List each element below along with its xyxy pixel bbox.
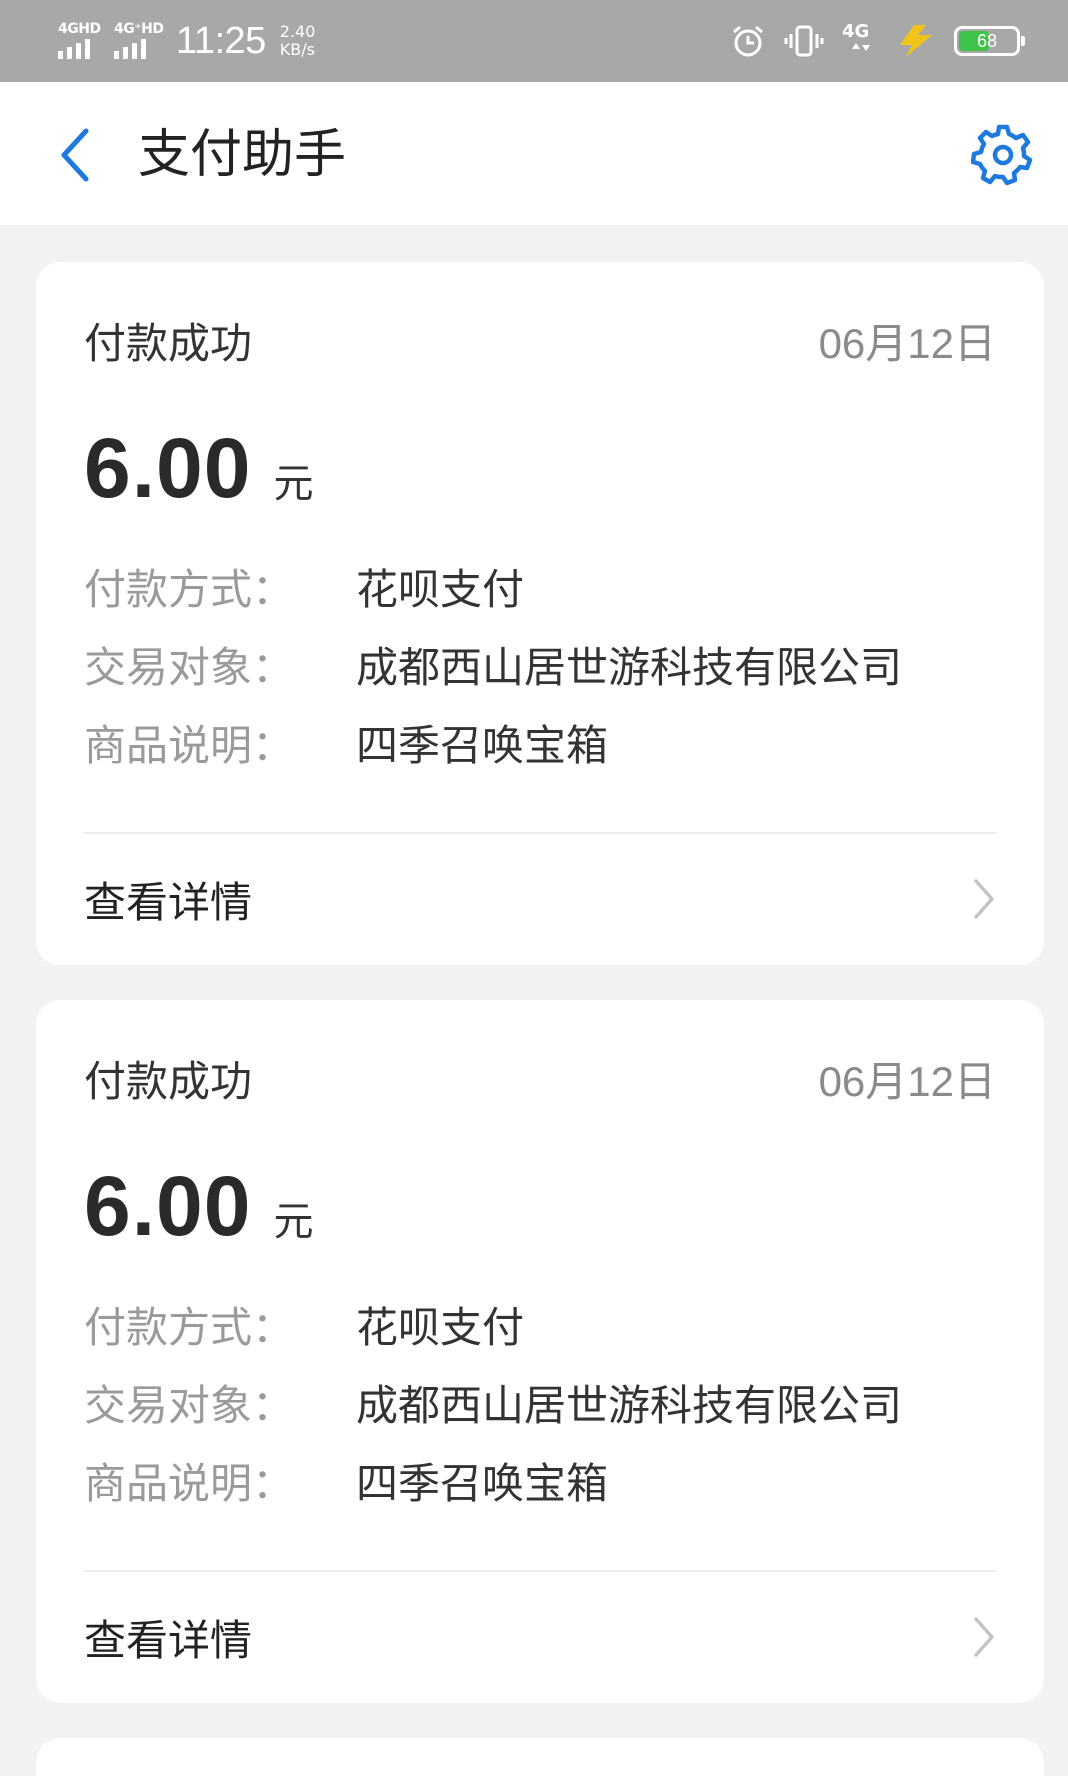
- app-header: 支付助手: [0, 82, 1068, 225]
- field-label: 交易对象：: [84, 1380, 295, 1430]
- view-details-label: 查看详情: [84, 877, 253, 927]
- chevron-left-icon: [61, 128, 89, 182]
- field-label: 商品说明：: [84, 1458, 295, 1508]
- amount-value: 6.00: [84, 421, 252, 515]
- field-value: 四季召唤宝箱: [356, 1458, 609, 1508]
- view-details-button[interactable]: 查看详情: [84, 854, 996, 944]
- signal-strength-icon: 4G⁺HD: [114, 21, 164, 61]
- item-description-row: 商品说明： 四季召唤宝箱: [84, 712, 996, 772]
- payment-date: 06月12日: [818, 320, 996, 367]
- network-speed: 2.40 KB/s: [280, 23, 316, 59]
- amount-unit: 元: [273, 461, 314, 507]
- payment-card: [36, 1738, 1044, 1776]
- payment-card: 付款成功 06月12日 6.00 元 付款方式： 花呗支付 交易对象： 成都西山…: [36, 262, 1044, 965]
- field-value: 四季召唤宝箱: [356, 720, 609, 770]
- network-4g-icon: 4G: [842, 21, 878, 59]
- field-label: 付款方式：: [84, 1302, 295, 1352]
- payment-date: 06月12日: [818, 1058, 996, 1105]
- payment-method-row: 付款方式： 花呗支付: [84, 1294, 996, 1354]
- network-speed-value: 2.40: [279, 22, 316, 41]
- field-value: 成都西山居世游科技有限公司: [356, 1380, 903, 1430]
- item-description-row: 商品说明： 四季召唤宝箱: [84, 1450, 996, 1510]
- field-value: 花呗支付: [356, 564, 525, 614]
- field-label: 交易对象：: [84, 642, 295, 692]
- counterparty-row: 交易对象： 成都西山居世游科技有限公司: [84, 1372, 996, 1432]
- settings-button[interactable]: [968, 120, 1038, 190]
- status-bar: 4GHD 4G⁺HD 11:25 2.40 KB/s 4G 68: [0, 0, 1068, 82]
- divider: [84, 1570, 996, 1572]
- payment-status: 付款成功: [84, 319, 253, 368]
- signal-label: 4GHD: [58, 21, 101, 37]
- chevron-right-icon: [974, 1617, 994, 1657]
- clock: 11:25: [176, 19, 266, 62]
- back-button[interactable]: [44, 120, 104, 190]
- view-details-label: 查看详情: [84, 1615, 253, 1665]
- alarm-icon: [733, 25, 763, 57]
- field-value: 花呗支付: [356, 1302, 525, 1352]
- gear-icon: [971, 124, 1033, 186]
- amount-unit: 元: [273, 1199, 314, 1245]
- payment-card: 付款成功 06月12日 6.00 元 付款方式： 花呗支付 交易对象： 成都西山…: [36, 1000, 1044, 1703]
- payment-amount: 6.00 元: [84, 1158, 314, 1255]
- battery-icon: 68: [954, 26, 1025, 56]
- payment-method-row: 付款方式： 花呗支付: [84, 556, 996, 616]
- amount-value: 6.00: [84, 1159, 252, 1253]
- payment-status: 付款成功: [84, 1057, 253, 1106]
- page-title: 支付助手: [138, 125, 347, 185]
- field-label: 商品说明：: [84, 720, 295, 770]
- view-details-button[interactable]: 查看详情: [84, 1592, 996, 1682]
- charging-bolt-icon: [900, 25, 932, 57]
- battery-level: 68: [976, 31, 998, 51]
- field-value: 成都西山居世游科技有限公司: [356, 642, 903, 692]
- network-speed-unit: KB/s: [279, 40, 315, 59]
- divider: [84, 832, 996, 834]
- status-bar-left: 4GHD 4G⁺HD 11:25 2.40 KB/s: [58, 16, 315, 66]
- signal-strength-icon: 4GHD: [58, 21, 102, 61]
- vibrate-icon: [784, 25, 824, 57]
- payment-amount: 6.00 元: [84, 420, 314, 517]
- status-bar-right: 4G 68: [730, 20, 1025, 62]
- field-label: 付款方式：: [84, 564, 295, 614]
- counterparty-row: 交易对象： 成都西山居世游科技有限公司: [84, 634, 996, 694]
- signal-label: 4G⁺HD: [114, 21, 164, 37]
- chevron-right-icon: [974, 879, 994, 919]
